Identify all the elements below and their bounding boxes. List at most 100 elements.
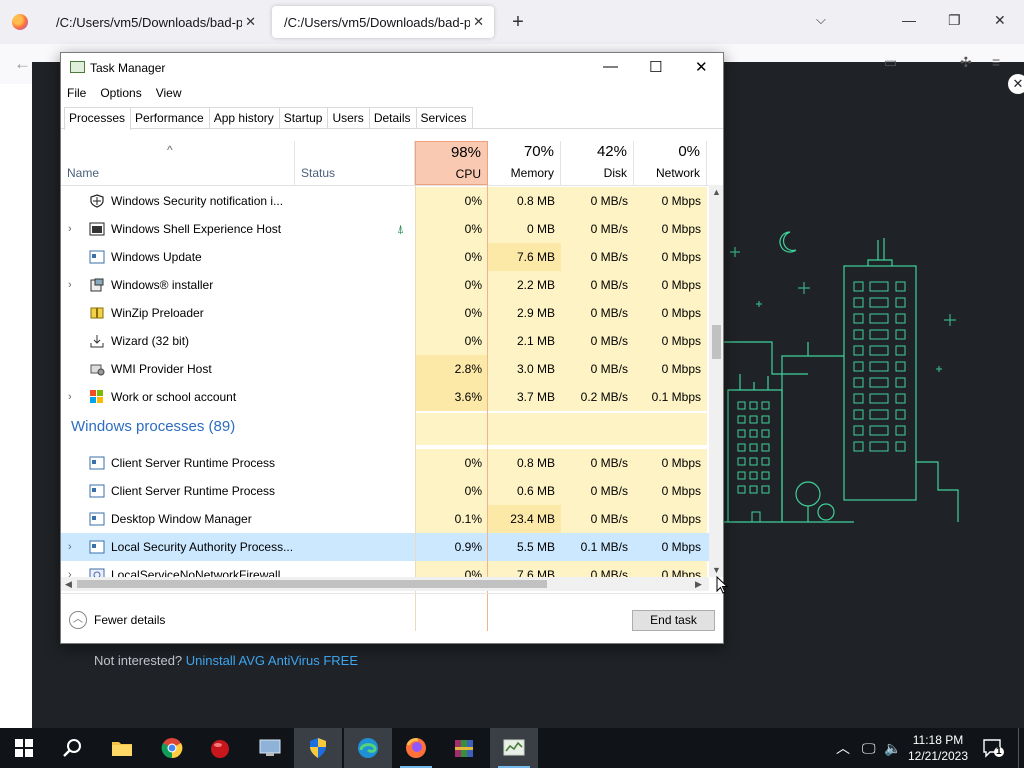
fewer-details-link[interactable]: Fewer details bbox=[94, 613, 165, 627]
browser-minimize-button[interactable]: — bbox=[902, 12, 916, 28]
back-arrow-icon[interactable]: ← bbox=[14, 54, 31, 74]
taskbar-winrar[interactable] bbox=[440, 728, 488, 768]
column-power[interactable]: P bbox=[707, 141, 709, 185]
shield-icon bbox=[90, 194, 104, 208]
scroll-up-icon[interactable]: ▲ bbox=[712, 187, 721, 197]
tab-processes[interactable]: Processes bbox=[64, 107, 132, 130]
end-task-button[interactable]: End task bbox=[632, 610, 715, 631]
city-illustration bbox=[718, 231, 959, 523]
tab-bar: Processes Performance App history Startu… bbox=[61, 107, 723, 130]
volume-muted-icon[interactable]: 🔈 bbox=[884, 728, 901, 768]
menu-file[interactable]: File bbox=[67, 83, 92, 105]
tab-startup[interactable]: Startup bbox=[278, 107, 329, 128]
table-row[interactable]: Desktop Window Manager 0.1% 23.4 MB 0 MB… bbox=[61, 505, 709, 533]
process-grid: ^ Name Status 98% CPU 70% Memory 42% Dis… bbox=[61, 141, 709, 631]
vertical-scroll-thumb[interactable] bbox=[712, 325, 721, 359]
window-title: Task Manager bbox=[90, 61, 166, 75]
show-hidden-icons-chevron-icon[interactable]: ︿ bbox=[836, 728, 850, 768]
action-center-button[interactable]: 1 bbox=[982, 728, 1004, 768]
task-manager-titlebar[interactable]: Task Manager — ☐ ✕ bbox=[61, 53, 723, 83]
table-row[interactable]: Wizard (32 bit) 0% 2.1 MB 0 MB/s 0 Mbps bbox=[61, 327, 709, 355]
show-desktop-button[interactable] bbox=[1018, 728, 1024, 768]
table-row[interactable]: › Work or school account 3.6% 3.7 MB 0.2… bbox=[61, 383, 709, 411]
winzip-icon bbox=[90, 307, 104, 319]
folder-icon bbox=[112, 742, 132, 756]
extensions-icon[interactable]: ✣ bbox=[960, 54, 972, 71]
table-row[interactable]: › Windows® installer 0% 2.2 MB 0 MB/s 0 … bbox=[61, 271, 709, 299]
toolbar-icon[interactable]: ▭ bbox=[884, 54, 897, 71]
tab-services[interactable]: Services bbox=[415, 107, 473, 128]
taskbar-firefox[interactable] bbox=[392, 728, 440, 768]
scroll-down-icon[interactable]: ▼ bbox=[712, 565, 721, 575]
window-app-icon bbox=[89, 456, 105, 470]
table-row[interactable]: › Windows Shell Experience Host ⍋ 0% 0 M… bbox=[61, 215, 709, 243]
download-wizard-icon bbox=[90, 335, 104, 348]
browser-tab-2[interactable]: /C:/Users/vm5/Downloads/bad-pig ✕ bbox=[272, 6, 494, 38]
computer-icon bbox=[259, 739, 281, 756]
taskbar: ︿ 🖵 🔈 11:18 PM 12/21/2023 1 bbox=[0, 728, 1024, 768]
avg-close-icon[interactable]: ✕ bbox=[1008, 74, 1024, 94]
menu-bar: File Options View bbox=[61, 83, 723, 105]
expand-chevron-icon[interactable]: › bbox=[68, 271, 72, 299]
column-name[interactable]: ^ Name bbox=[61, 141, 295, 185]
menu-view[interactable]: View bbox=[156, 83, 188, 105]
tab-app-history[interactable]: App history bbox=[208, 107, 280, 128]
tab-list-chevron-icon[interactable]: ⌵ bbox=[816, 12, 826, 28]
avg-prompt-text: Not interested? bbox=[94, 653, 183, 668]
menu-icon[interactable]: ≡ bbox=[992, 54, 1000, 70]
sort-caret-icon: ^ bbox=[167, 143, 173, 157]
vertical-scrollbar[interactable]: ▲ ▼ bbox=[709, 185, 723, 577]
taskbar-app-computer[interactable] bbox=[246, 728, 294, 768]
taskbar-edge[interactable] bbox=[344, 728, 392, 768]
uninstall-avg-link[interactable]: Uninstall AVG AntiVirus FREE bbox=[186, 653, 358, 668]
taskbar-file-explorer[interactable] bbox=[98, 728, 146, 768]
minimize-button[interactable]: — bbox=[603, 58, 618, 75]
table-row[interactable]: Client Server Runtime Process 0% 0.6 MB … bbox=[61, 477, 709, 505]
column-status[interactable]: Status bbox=[295, 141, 415, 185]
table-row-selected[interactable]: › Local Security Authority Process... 0.… bbox=[61, 533, 709, 561]
menu-options[interactable]: Options bbox=[100, 83, 147, 105]
column-cpu[interactable]: 98% CPU bbox=[415, 141, 488, 185]
firefox-icon bbox=[12, 14, 28, 30]
table-row[interactable]: WinZip Preloader 0% 2.9 MB 0 MB/s 0 Mbps bbox=[61, 299, 709, 327]
horizontal-scroll-thumb[interactable] bbox=[77, 580, 547, 588]
taskbar-app-security[interactable] bbox=[294, 728, 342, 768]
search-button[interactable] bbox=[48, 728, 96, 768]
tab-close-icon[interactable]: ✕ bbox=[473, 14, 484, 30]
browser-tab-1[interactable]: /C:/Users/vm5/Downloads/bad-pig ✕ bbox=[44, 6, 266, 38]
scroll-right-icon[interactable]: ▶ bbox=[695, 579, 702, 590]
taskbar-app-red[interactable] bbox=[196, 728, 244, 768]
new-tab-button[interactable]: + bbox=[504, 11, 532, 34]
tab-close-icon[interactable]: ✕ bbox=[245, 14, 256, 30]
table-row[interactable]: WMI Provider Host 2.8% 3.0 MB 0 MB/s 0 M… bbox=[61, 355, 709, 383]
column-network[interactable]: 0% Network bbox=[634, 141, 707, 185]
expand-chevron-icon[interactable]: › bbox=[68, 383, 72, 411]
network-icon[interactable]: 🖵 bbox=[862, 728, 876, 768]
taskbar-task-manager[interactable] bbox=[490, 728, 538, 768]
taskbar-chrome[interactable] bbox=[148, 728, 196, 768]
task-manager-icon bbox=[70, 61, 85, 73]
start-button[interactable] bbox=[0, 728, 48, 768]
column-memory[interactable]: 70% Memory bbox=[488, 141, 561, 185]
expand-chevron-icon[interactable]: › bbox=[68, 533, 72, 561]
system-clock[interactable]: 11:18 PM 12/21/2023 bbox=[900, 732, 976, 764]
maximize-button[interactable]: ☐ bbox=[649, 58, 662, 76]
windows-logo-icon bbox=[15, 739, 33, 757]
column-disk[interactable]: 42% Disk bbox=[561, 141, 634, 185]
expand-chevron-icon[interactable]: › bbox=[68, 215, 72, 243]
tab-users[interactable]: Users bbox=[327, 107, 370, 128]
browser-close-button[interactable]: ✕ bbox=[994, 12, 1006, 29]
table-row[interactable]: Windows Update 0% 7.6 MB 0 MB/s 0 Mbps bbox=[61, 243, 709, 271]
table-row[interactable]: Client Server Runtime Process 0% 0.8 MB … bbox=[61, 449, 709, 477]
group-header-windows-processes[interactable]: Windows processes (89) bbox=[61, 413, 709, 445]
browser-maximize-button[interactable]: ❐ bbox=[948, 12, 961, 29]
firefox-menu-button[interactable] bbox=[0, 0, 40, 44]
table-row[interactable]: Windows Security notification i... 0% 0.… bbox=[61, 187, 709, 215]
chevron-up-circle-icon[interactable]: ︿ bbox=[69, 611, 87, 629]
horizontal-scrollbar[interactable]: ◀ ▶ bbox=[61, 577, 709, 591]
tab-performance[interactable]: Performance bbox=[130, 107, 210, 128]
tab-details[interactable]: Details bbox=[368, 107, 417, 128]
red-ball-icon bbox=[211, 740, 229, 758]
close-button[interactable]: ✕ bbox=[695, 58, 708, 76]
scroll-left-icon[interactable]: ◀ bbox=[65, 579, 72, 590]
